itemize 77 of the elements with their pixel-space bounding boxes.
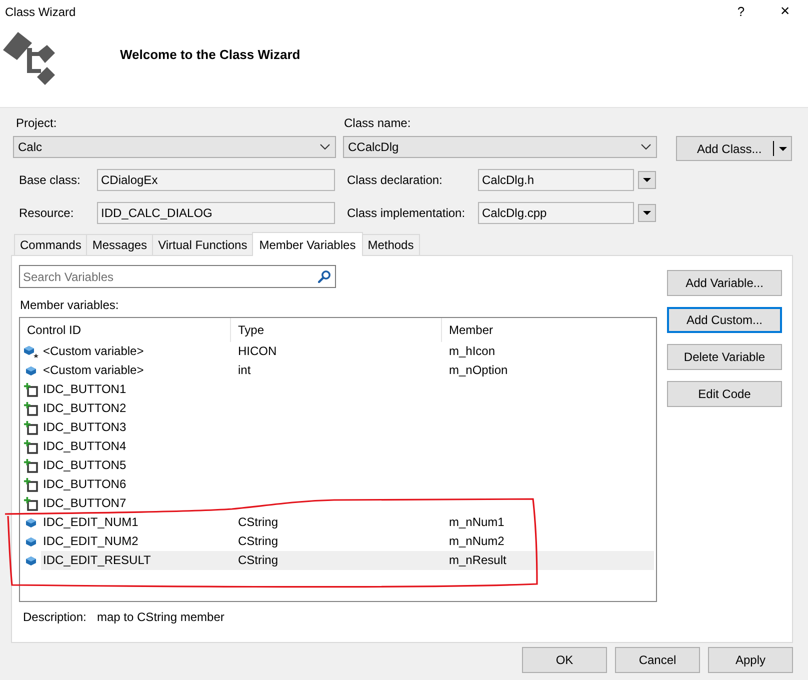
caret-icon: [643, 211, 651, 215]
cube-star-icon: [22, 345, 38, 358]
table-cell[interactable]: IDC_EDIT_RESULT: [41, 551, 231, 570]
table-cell[interactable]: IDC_EDIT_NUM2: [41, 532, 231, 551]
dropdown-button[interactable]: [638, 204, 656, 222]
close-button[interactable]: ×: [763, 0, 807, 24]
table-cell-text: m_nNum1: [448, 514, 506, 531]
project-combo[interactable]: Calc: [13, 136, 336, 158]
caret-icon: [643, 178, 651, 182]
square-plus-icon: [24, 420, 38, 434]
description-label: Description:: [23, 610, 88, 624]
resource-field[interactable]: IDD_CALC_DIALOG: [97, 202, 335, 224]
hierarchy-icon: [3, 32, 55, 85]
tab[interactable]: Member Variables: [252, 232, 363, 256]
action-button[interactable]: Add Custom...: [667, 307, 782, 333]
project-label: Project:: [16, 116, 58, 130]
table-cell[interactable]: IDC_BUTTON1: [41, 380, 231, 399]
dialog-button[interactable]: Apply: [708, 647, 793, 673]
class-implementation-label: Class implementation:: [347, 206, 466, 220]
resource-label: Resource:: [19, 206, 75, 220]
column-header[interactable]: Control ID: [20, 318, 231, 342]
help-button[interactable]: ?: [719, 0, 763, 24]
square-plus-icon: [24, 496, 38, 510]
table-cell-text: int: [237, 362, 252, 379]
square-plus-icon: [24, 478, 38, 492]
class-implementation-field[interactable]: CalcDlg.cpp: [478, 202, 634, 224]
description-text: map to CString member: [97, 610, 224, 624]
member-variables-label: Member variables:: [20, 298, 120, 312]
caret-icon: [779, 146, 787, 150]
table-cell-text: m_nNum2: [448, 533, 506, 550]
table-cell[interactable]: IDC_BUTTON3: [41, 418, 231, 437]
table-cell[interactable]: IDC_EDIT_NUM1: [41, 513, 231, 532]
column-header[interactable]: Type: [231, 318, 442, 342]
dialog-button[interactable]: Cancel: [615, 647, 700, 673]
search-icon: [318, 270, 331, 283]
table-cell: m_nResult: [442, 551, 654, 570]
cube-icon: [24, 366, 36, 376]
cube-icon: [24, 518, 36, 528]
square-plus-icon: [24, 382, 38, 396]
base-class-label: Base class:: [19, 173, 82, 187]
tab[interactable]: Commands: [14, 234, 88, 255]
table-cell[interactable]: IDC_BUTTON2: [41, 399, 231, 418]
table-cell-text: CString: [237, 514, 280, 531]
square-plus-icon: [24, 458, 38, 472]
table-cell[interactable]: IDC_BUTTON7: [41, 494, 231, 513]
class-name-combo[interactable]: CCalcDlg: [343, 136, 657, 158]
class-declaration-label: Class declaration:: [347, 173, 444, 187]
table-cell: CString: [231, 551, 442, 570]
square-plus-icon: [24, 440, 38, 454]
table-cell-text: m_nOption: [448, 362, 509, 379]
cube-icon: [24, 536, 36, 546]
chevron-down-icon: [641, 144, 651, 150]
chevron-down-icon: [320, 144, 330, 150]
action-button[interactable]: Edit Code: [667, 381, 782, 407]
class-name-label: Class name:: [344, 116, 411, 130]
window-title: Class Wizard: [5, 4, 76, 20]
dialog-button[interactable]: OK: [522, 647, 607, 673]
table-cell[interactable]: <Custom variable>: [41, 342, 231, 361]
cube-icon: [24, 556, 36, 566]
add-class-button[interactable]: Add Class...: [676, 136, 792, 161]
table-cell[interactable]: IDC_BUTTON6: [41, 475, 231, 494]
table-cell[interactable]: IDC_BUTTON5: [41, 456, 231, 475]
table-cell-text: HICON: [237, 343, 278, 360]
table-cell[interactable]: IDC_BUTTON4: [41, 437, 231, 456]
dropdown-button[interactable]: [638, 171, 656, 189]
action-button[interactable]: Add Variable...: [667, 270, 782, 296]
tab[interactable]: Methods: [362, 234, 420, 255]
wizard-heading: Welcome to the Class Wizard: [120, 47, 300, 63]
base-class-field[interactable]: CDialogEx: [97, 169, 335, 191]
action-button[interactable]: Delete Variable: [667, 344, 782, 370]
class-declaration-field[interactable]: CalcDlg.h: [478, 169, 634, 191]
table-cell[interactable]: <Custom variable>: [41, 361, 231, 380]
table-cell-text: CString: [237, 533, 280, 550]
column-header[interactable]: Member: [442, 318, 654, 342]
square-plus-icon: [24, 402, 38, 416]
table-cell-text: m_hIcon: [448, 343, 496, 360]
search-field[interactable]: Search Variables: [19, 265, 336, 288]
